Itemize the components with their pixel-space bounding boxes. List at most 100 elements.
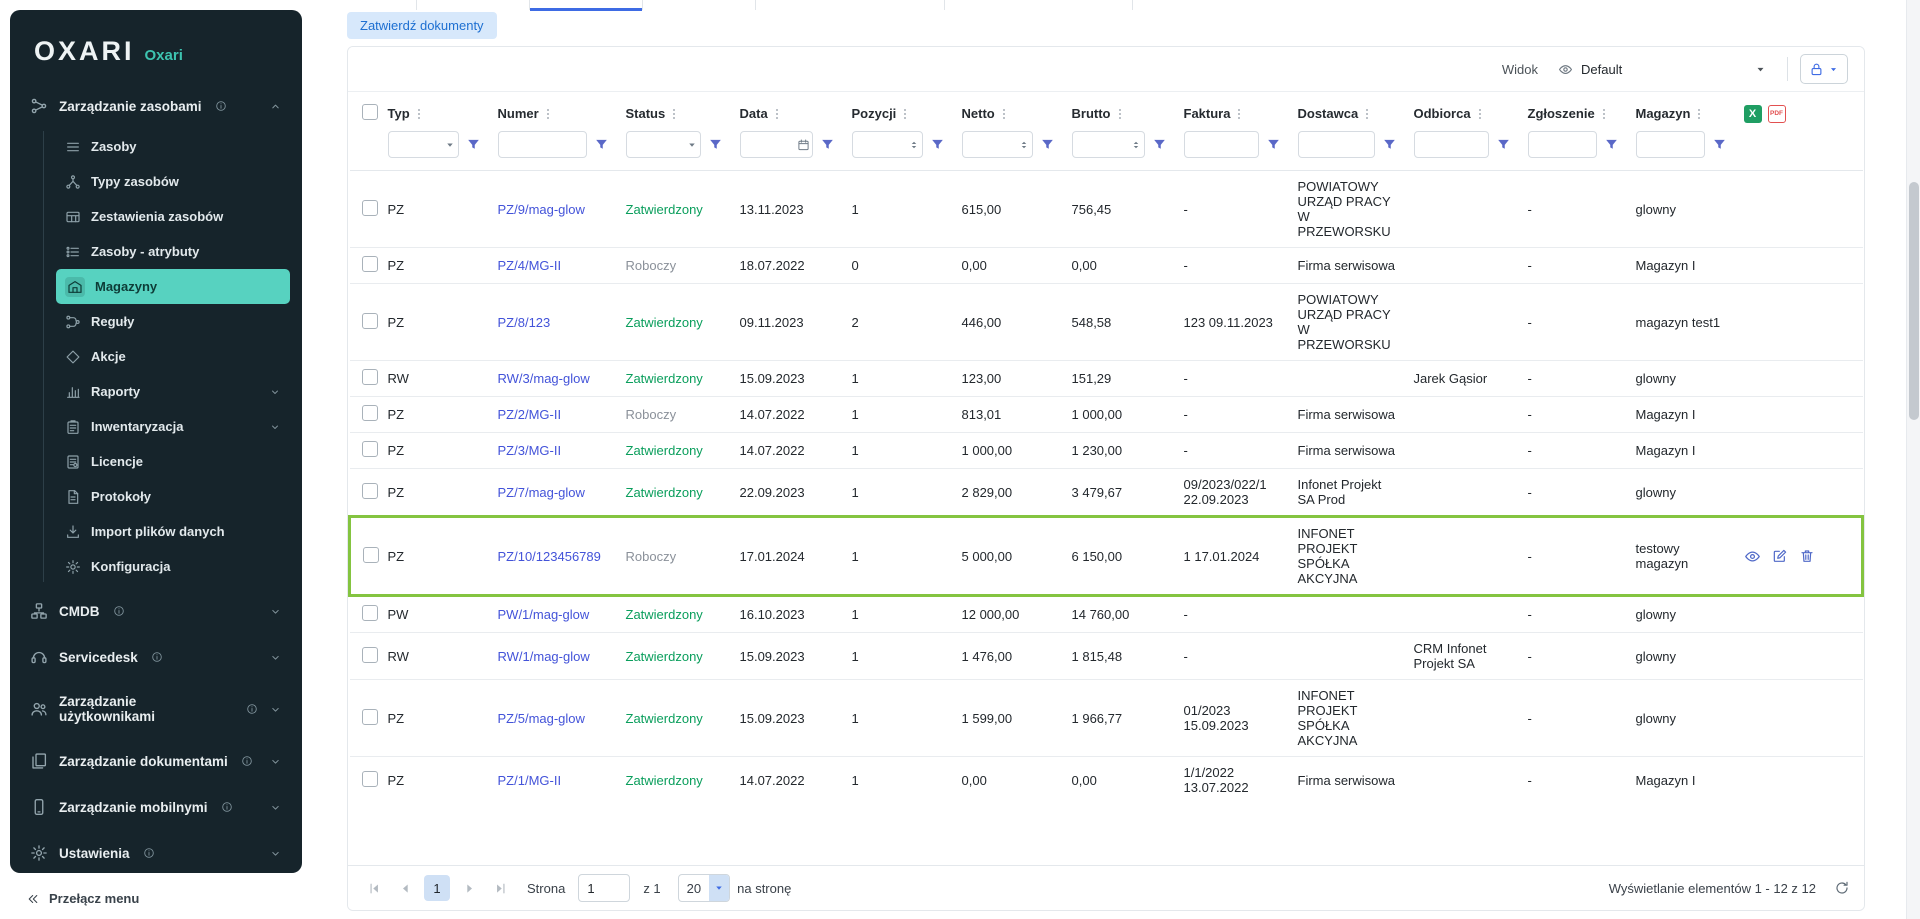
row-checkbox[interactable] [362,313,378,329]
table-row[interactable]: PZPZ/9/mag-glowZatwierdzony13.11.2023161… [350,171,1863,248]
filter-button-typ[interactable] [462,133,486,157]
column-menu-icon[interactable] [1113,107,1127,121]
table-row[interactable]: PZPZ/1/MG-IIZatwierdzony14.07.202210,000… [350,757,1863,804]
filter-input-odbiorca[interactable] [1414,131,1489,158]
row-checkbox[interactable] [363,547,379,563]
table-row[interactable]: RWRW/3/mag-glowZatwierdzony15.09.2023112… [350,361,1863,397]
tab-stub[interactable] [642,0,756,10]
filter-button-brutto[interactable] [1148,133,1172,157]
sidebar-item-magazyny[interactable]: Magazyny [56,269,290,304]
sidebar-item-inwentaryzacja[interactable]: Inwentaryzacja [56,409,290,444]
table-row[interactable]: PZPZ/7/mag-glowZatwierdzony22.09.202312 … [350,469,1863,517]
column-menu-icon[interactable] [1360,107,1374,121]
sidebar-item-typy-zasobów[interactable]: Typy zasobów [56,164,290,199]
column-menu-icon[interactable] [1473,107,1487,121]
row-checkbox[interactable] [362,771,378,787]
scrollbar-thumb[interactable] [1909,182,1919,420]
document-number-link[interactable]: PZ/9/mag-glow [494,171,622,248]
filter-button-numer[interactable] [590,133,614,157]
filter-button-magazyn[interactable] [1708,133,1732,157]
spinner-icon[interactable] [908,139,920,151]
column-menu-icon[interactable] [1597,107,1611,121]
page-size-select[interactable]: 20 [678,874,730,902]
sidebar-section-zarządzanie-zasobami[interactable]: Zarządzanie zasobami [22,83,290,129]
row-checkbox[interactable] [362,709,378,725]
column-menu-icon[interactable] [541,107,555,121]
lock-button[interactable] [1800,54,1848,84]
row-checkbox[interactable] [362,405,378,421]
table-row[interactable]: PZPZ/10/123456789Roboczy17.01.202415 000… [350,517,1863,596]
row-checkbox[interactable] [362,647,378,663]
table-row[interactable]: PZPZ/4/MG-IIRoboczy18.07.202200,000,00-F… [350,248,1863,284]
sidebar-section-servicedesk[interactable]: Servicedesk [22,634,290,680]
export-pdf-icon[interactable]: PDF [1768,105,1786,123]
filter-button-pozycji[interactable] [926,133,950,157]
document-number-link[interactable]: PZ/3/MG-II [494,433,622,469]
table-row[interactable]: PZPZ/5/mag-glowZatwierdzony15.09.202311 … [350,680,1863,757]
column-menu-icon[interactable] [1692,107,1706,121]
caret-down-icon[interactable] [686,139,698,151]
tab-stub[interactable] [755,0,945,10]
edit-row-button[interactable] [1772,548,1788,564]
view-row-button[interactable] [1744,548,1761,565]
sidebar-item-zestawienia-zasobów[interactable]: Zestawienia zasobów [56,199,290,234]
filter-input-zgloszenie[interactable] [1528,131,1597,158]
export-excel-icon[interactable]: X [1744,105,1762,123]
filter-input-dostawca[interactable] [1298,131,1375,158]
tab-stub[interactable] [416,0,530,10]
sidebar-section-zarządzanie-dokumentami[interactable]: Zarządzanie dokumentami [22,738,290,784]
column-menu-icon[interactable] [770,107,784,121]
tab-stub[interactable] [944,0,1133,10]
table-row[interactable]: PWPW/1/mag-glowZatwierdzony16.10.2023112… [350,596,1863,633]
sidebar-section-zarządzanie-mobilnymi[interactable]: Zarządzanie mobilnymi [22,784,290,830]
sidebar-item-konfiguracja[interactable]: Konfiguracja [56,549,290,584]
filter-input-faktura[interactable] [1184,131,1259,158]
next-page-button[interactable] [457,876,481,900]
toggle-menu-button[interactable]: Przełącz menu [26,891,139,906]
sidebar-section-ustawienia[interactable]: Ustawienia [22,830,290,873]
app-logo[interactable]: OXARI Oxari [10,10,302,81]
sidebar-item-akcje[interactable]: Akcje [56,339,290,374]
filter-button-dostawca[interactable] [1378,133,1402,157]
approve-documents-button[interactable]: Zatwierdź dokumenty [347,12,497,39]
document-number-link[interactable]: PZ/2/MG-II [494,397,622,433]
spinner-icon[interactable] [1130,139,1142,151]
view-select[interactable]: Default [1550,54,1775,84]
document-number-link[interactable]: RW/3/mag-glow [494,361,622,397]
document-number-link[interactable]: RW/1/mag-glow [494,633,622,680]
filter-button-odbiorca[interactable] [1492,133,1516,157]
filter-input-magazyn[interactable] [1636,131,1705,158]
table-row[interactable]: PZPZ/2/MG-IIRoboczy14.07.20221813,011 00… [350,397,1863,433]
tab-stub-active[interactable] [529,0,643,10]
caret-down-icon[interactable] [444,139,456,151]
sidebar-section-zarządzanie-użytkownikami[interactable]: Zarządzanie użytkownikami [22,680,290,738]
filter-button-data[interactable] [816,133,840,157]
column-menu-icon[interactable] [898,107,912,121]
filter-input-numer[interactable] [498,131,587,158]
table-row[interactable]: PZPZ/3/MG-IIZatwierdzony14.07.202211 000… [350,433,1863,469]
row-checkbox[interactable] [362,483,378,499]
first-page-button[interactable] [362,876,386,900]
column-menu-icon[interactable] [997,107,1011,121]
sidebar-item-import-plików-danych[interactable]: Import plików danych [56,514,290,549]
delete-row-button[interactable] [1799,548,1815,564]
row-checkbox[interactable] [362,200,378,216]
sidebar-item-licencje[interactable]: Licencje [56,444,290,479]
refresh-button[interactable] [1834,880,1850,896]
column-menu-icon[interactable] [412,107,426,121]
filter-button-faktura[interactable] [1262,133,1286,157]
calendar-icon[interactable] [797,138,810,151]
prev-page-button[interactable] [393,876,417,900]
column-menu-icon[interactable] [667,107,681,121]
row-checkbox[interactable] [362,441,378,457]
sidebar-item-raporty[interactable]: Raporty [56,374,290,409]
document-number-link[interactable]: PZ/4/MG-II [494,248,622,284]
row-checkbox[interactable] [362,369,378,385]
select-all-checkbox[interactable] [362,104,378,120]
table-row[interactable]: PZPZ/8/123Zatwierdzony09.11.20232446,005… [350,284,1863,361]
document-number-link[interactable]: PZ/5/mag-glow [494,680,622,757]
column-menu-icon[interactable] [1232,107,1246,121]
document-number-link[interactable]: PW/1/mag-glow [494,596,622,633]
page-input[interactable] [578,874,630,902]
sidebar-item-reguły[interactable]: Reguły [56,304,290,339]
